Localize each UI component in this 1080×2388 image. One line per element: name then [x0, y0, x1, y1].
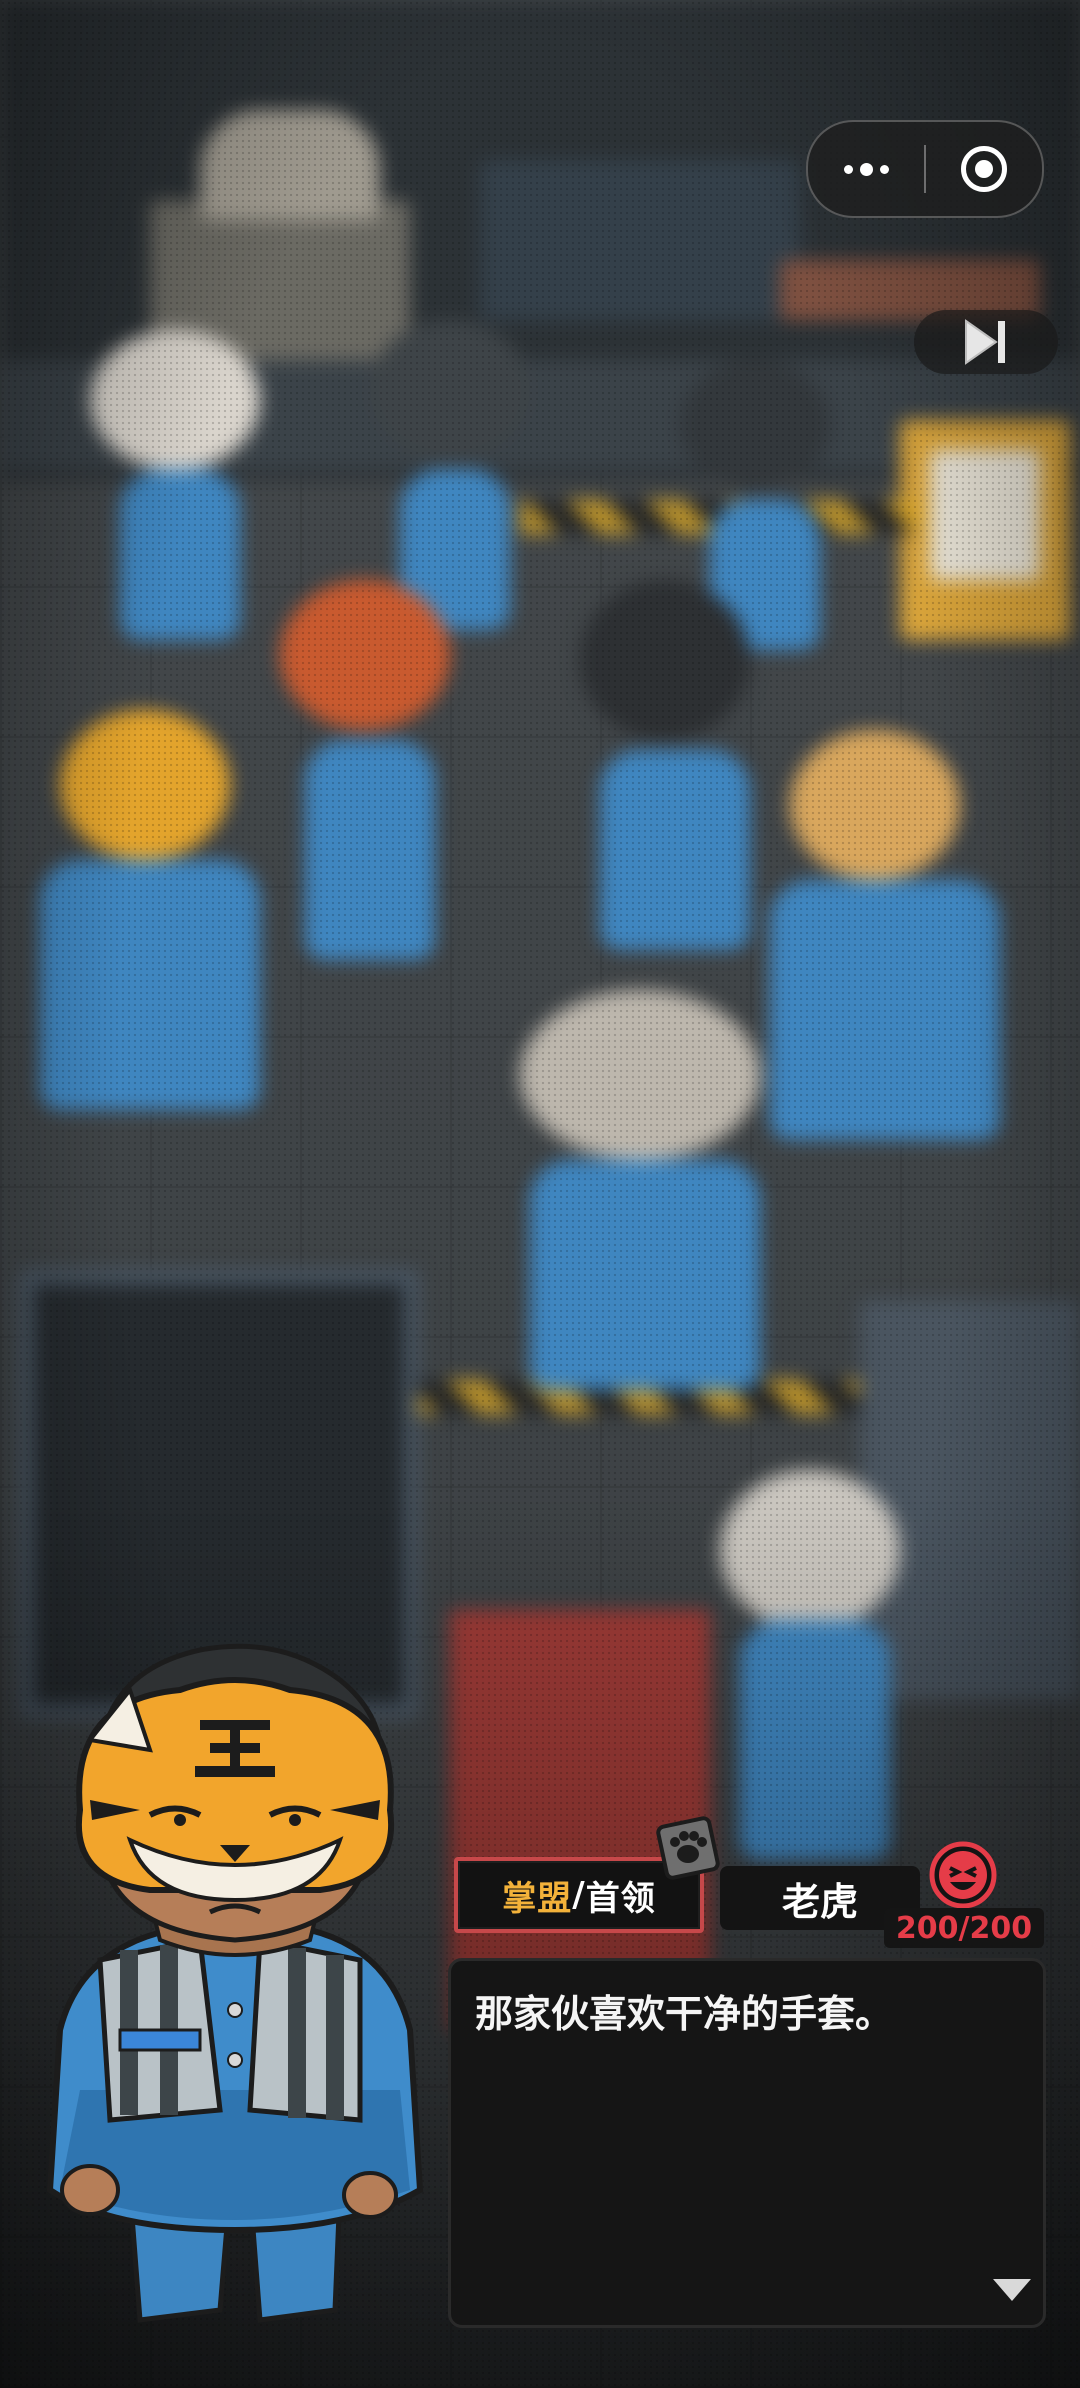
speaker-portrait: [20, 1630, 440, 2350]
laughing-face-icon: [929, 1841, 997, 1909]
target-circle-icon: [961, 146, 1007, 192]
miniprogram-capsule: [806, 120, 1044, 218]
role-label: 首领: [585, 1878, 656, 1919]
faction-label: 掌盟: [502, 1878, 573, 1919]
paw-print-icon: [656, 1816, 720, 1880]
dialogue-box[interactable]: 那家伙喜欢干净的手套。: [448, 1958, 1046, 2328]
skip-forward-icon: [965, 319, 1005, 365]
skip-dialogue-button[interactable]: [914, 310, 1058, 374]
close-miniprogram-button[interactable]: [926, 122, 1042, 216]
faction-separator: /: [572, 1875, 586, 1915]
more-menu-button[interactable]: [808, 122, 924, 216]
affection-meter: 200/200: [884, 1908, 1044, 1948]
triangle-down-icon: [993, 2279, 1031, 2301]
more-dots-icon: [843, 162, 889, 176]
dialogue-text: 那家伙喜欢干净的手套。: [475, 1992, 894, 2036]
